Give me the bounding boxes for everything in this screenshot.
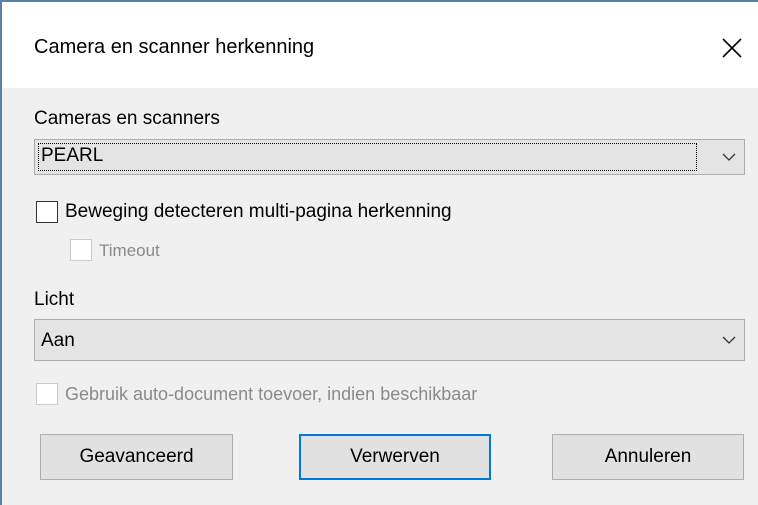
focus-indicator	[38, 143, 697, 171]
devices-label: Cameras en scanners	[34, 108, 220, 129]
devices-dropdown[interactable]: PEARL	[34, 139, 745, 175]
motion-detect-label: Beweging detecteren multi-pagina herkenn…	[65, 201, 452, 222]
adf-label: Gebruik auto-document toevoer, indien be…	[65, 384, 478, 404]
close-icon	[722, 38, 742, 58]
advanced-button[interactable]: Geavanceerd	[40, 434, 233, 480]
cancel-button[interactable]: Annuleren	[552, 434, 744, 480]
chevron-down-icon	[722, 153, 736, 161]
acquire-button[interactable]: Verwerven	[299, 434, 491, 480]
title-bar[interactable]: Camera en scanner herkenning	[2, 2, 758, 88]
devices-selected-value: PEARL	[41, 145, 104, 166]
timeout-label: Timeout	[99, 241, 160, 260]
timeout-checkbox[interactable]	[70, 239, 92, 261]
chevron-down-icon	[722, 336, 736, 344]
window-title: Camera en scanner herkenning	[34, 36, 315, 58]
close-button[interactable]	[714, 30, 750, 66]
light-dropdown[interactable]: Aan	[34, 319, 745, 361]
light-selected-value: Aan	[41, 330, 75, 351]
scanner-dialog: Camera en scanner herkenning Cameras en …	[0, 0, 758, 505]
light-label: Licht	[34, 289, 75, 310]
motion-detect-checkbox[interactable]	[36, 201, 58, 223]
adf-checkbox[interactable]	[36, 383, 58, 405]
